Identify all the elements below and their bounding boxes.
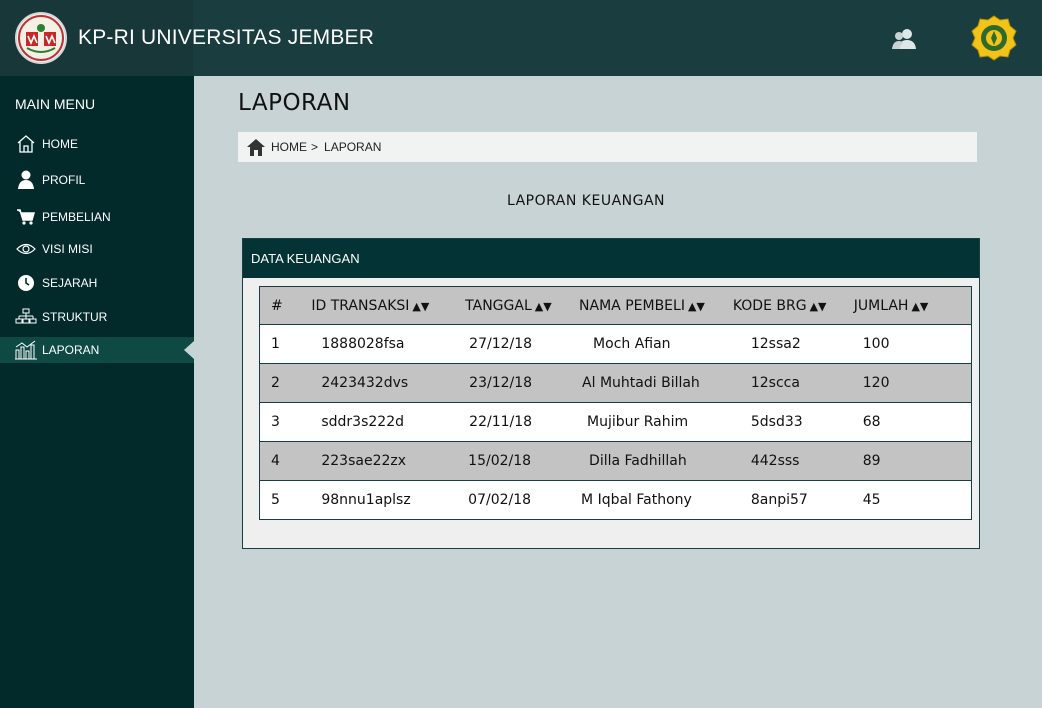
cell-jumlah: 89 [839, 441, 972, 481]
cell-id-transaksi: sddr3s222d [300, 402, 454, 442]
breadcrumb-separator: > [311, 140, 319, 154]
cell-jumlah: 120 [839, 363, 972, 403]
breadcrumb-home-link[interactable]: HOME [271, 140, 307, 154]
cell-jumlah: 45 [839, 480, 972, 520]
sidebar-item-sejarah[interactable]: SEJARAH [0, 270, 194, 296]
table-row: 1 1888028fsa 27/12/18 Moch Afian 12ssa2 … [259, 324, 972, 364]
main-menu-title: MAIN MENU [15, 96, 96, 112]
clock-icon [12, 272, 40, 294]
sidebar-item-profil[interactable]: PROFIL [0, 167, 194, 193]
cell-tanggal: 27/12/18 [453, 324, 568, 364]
cell-tanggal: 22/11/18 [453, 402, 568, 442]
sort-icon[interactable]: ▲▼ [535, 300, 552, 313]
breadcrumb-current: LAPORAN [324, 140, 382, 154]
table-header-row: # ID TRANSAKSI ▲▼ TANGGAL ▲▼ NAMA PEMBELI ▲… [259, 286, 972, 325]
cell-kode-brg: 8anpi57 [728, 480, 840, 520]
sidebar-item-laporan[interactable]: LAPORAN [0, 337, 194, 363]
eye-icon [12, 238, 40, 260]
sort-icon[interactable]: ▲▼ [911, 300, 928, 313]
sidebar-item-home[interactable]: HOME [0, 131, 194, 157]
cell-nama-pembeli: Al Muhtadi Billah [567, 363, 729, 403]
top-header: KP-RI UNIVERSITAS JEMBER [0, 0, 1042, 76]
home-icon [12, 133, 40, 155]
home-icon[interactable] [246, 137, 266, 157]
sidebar-item-label: SEJARAH [42, 276, 98, 290]
cart-icon [12, 206, 40, 228]
university-logo-icon [970, 14, 1018, 62]
cell-nama-pembeli: Mujibur Rahim [567, 402, 729, 442]
cell-tanggal: 07/02/18 [453, 480, 568, 520]
sidebar: MAIN MENU HOME PROFIL PEMBELIAN VISI MIS… [0, 76, 194, 708]
cell-id-transaksi: 98nnu1aplsz [300, 480, 454, 520]
sidebar-item-label: PEMBELIAN [42, 210, 111, 224]
app-title: KP-RI UNIVERSITAS JEMBER [78, 26, 375, 49]
users-icon[interactable] [891, 28, 917, 50]
user-icon [12, 169, 40, 191]
sort-icon[interactable]: ▲▼ [810, 300, 827, 313]
cell-tanggal: 15/02/18 [453, 441, 568, 481]
finance-table: # ID TRANSAKSI ▲▼ TANGGAL ▲▼ NAMA PEMBELI ▲… [259, 286, 972, 520]
column-header-tanggal[interactable]: TANGGAL ▲▼ [453, 286, 568, 325]
cell-kode-brg: 442sss [728, 441, 840, 481]
cell-id-transaksi: 223sae22zx [300, 441, 454, 481]
column-header-id-transaksi[interactable]: ID TRANSAKSI ▲▼ [300, 286, 454, 325]
sidebar-item-label: LAPORAN [42, 343, 100, 357]
sidebar-item-label: VISI MISI [42, 242, 93, 256]
cell-tanggal: 23/12/18 [453, 363, 568, 403]
sidebar-item-label: PROFIL [42, 173, 86, 187]
cell-id-transaksi: 2423432dvs [300, 363, 454, 403]
page-title: LAPORAN [238, 90, 351, 116]
cell-number: 5 [259, 480, 301, 520]
table-row: 2 2423432dvs 23/12/18 Al Muhtadi Billah … [259, 363, 972, 403]
column-header-number: # [259, 286, 301, 325]
sidebar-item-label: HOME [42, 137, 78, 151]
report-title: LAPORAN KEUANGAN [506, 193, 666, 209]
breadcrumb: HOME > LAPORAN [238, 132, 977, 162]
table-row: 5 98nnu1aplsz 07/02/18 M Iqbal Fathony 8… [259, 480, 972, 520]
cell-jumlah: 100 [839, 324, 972, 364]
column-header-kode-brg[interactable]: KODE BRG ▲▼ [728, 286, 840, 325]
table-row: 4 223sae22zx 15/02/18 Dilla Fadhillah 44… [259, 441, 972, 481]
sidebar-item-struktur[interactable]: STRUKTUR [0, 304, 194, 330]
cell-kode-brg: 12scca [728, 363, 840, 403]
cell-kode-brg: 12ssa2 [728, 324, 840, 364]
cell-number: 3 [259, 402, 301, 442]
report-chart-icon [12, 339, 40, 361]
sidebar-item-visi-misi[interactable]: VISI MISI [0, 236, 194, 262]
sidebar-item-label: STRUKTUR [42, 310, 108, 324]
cell-jumlah: 68 [839, 402, 972, 442]
sort-icon[interactable]: ▲▼ [412, 300, 429, 313]
cell-id-transaksi: 1888028fsa [300, 324, 454, 364]
cell-nama-pembeli: Moch Afian [567, 324, 729, 364]
cell-nama-pembeli: M Iqbal Fathony [567, 480, 729, 520]
column-header-nama-pembeli[interactable]: NAMA PEMBELI ▲▼ [567, 286, 729, 325]
panel-title: DATA KEUANGAN [243, 239, 979, 278]
cell-kode-brg: 5dsd33 [728, 402, 840, 442]
cell-number: 2 [259, 363, 301, 403]
column-header-jumlah[interactable]: JUMLAH ▲▼ [839, 286, 972, 325]
org-chart-icon [12, 306, 40, 328]
cell-number: 4 [259, 441, 301, 481]
cell-nama-pembeli: Dilla Fadhillah [567, 441, 729, 481]
cell-number: 1 [259, 324, 301, 364]
kopri-logo-icon [15, 12, 67, 64]
sort-icon[interactable]: ▲▼ [688, 300, 705, 313]
table-row: 3 sddr3s222d 22/11/18 Mujibur Rahim 5dsd… [259, 402, 972, 442]
